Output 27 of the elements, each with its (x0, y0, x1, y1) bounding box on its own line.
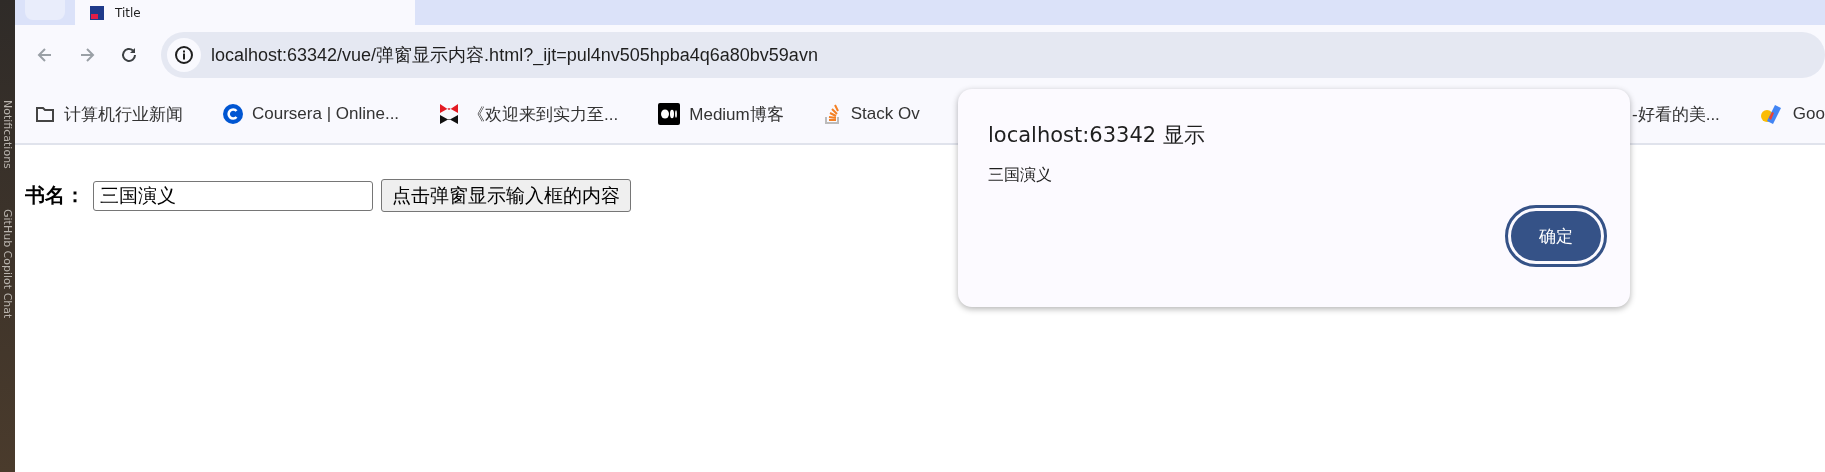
bookmark[interactable]: Medium博客 (658, 102, 784, 126)
bookmark[interactable]: Coursera | Online... (223, 104, 400, 124)
zigzag-icon (439, 103, 460, 125)
book-name-input[interactable]: 三国演义 (93, 180, 373, 211)
reload-icon[interactable] (119, 45, 139, 65)
bookmark[interactable]: -好看的美... (1632, 102, 1720, 126)
field-label: 书名： (25, 182, 85, 209)
bookmark[interactable]: Goo (1759, 103, 1825, 125)
sidebar-tab[interactable]: Notifications (1, 100, 14, 169)
info-icon[interactable] (174, 45, 194, 65)
url-text: localhost:63342/vue/弹窗显示内容.html?_ijt=pul4nv505hpba4q6a80bv59avn (211, 44, 818, 67)
app-icon (89, 4, 105, 21)
address-bar[interactable]: localhost:63342/vue/弹窗显示内容.html?_ijt=pul4nv505hpba4q6a80bv59avn (161, 32, 1825, 78)
dialog-message: 三国演义 (988, 165, 1053, 186)
folder-icon (35, 105, 55, 123)
stack-icon (823, 103, 842, 125)
dialog-title: localhost:63342 显示 (988, 122, 1206, 149)
ok-button[interactable]: 确定 (1508, 208, 1604, 264)
show-dialog-button[interactable]: 点击弹窗显示输入框的内容 (381, 179, 631, 212)
browser-tab[interactable]: Title (75, 0, 415, 25)
ads-icon (1759, 103, 1784, 125)
bookmark[interactable]: Stack Ov (823, 103, 920, 125)
bookmark[interactable]: 计算机行业新闻 (35, 102, 183, 126)
sidebar-tab[interactable]: GitHub Copilot Chat (1, 208, 14, 319)
letter-circle-icon (223, 104, 243, 124)
bookmark[interactable]: 《欢迎来到实力至... (439, 102, 619, 126)
dots-icon (658, 103, 681, 125)
